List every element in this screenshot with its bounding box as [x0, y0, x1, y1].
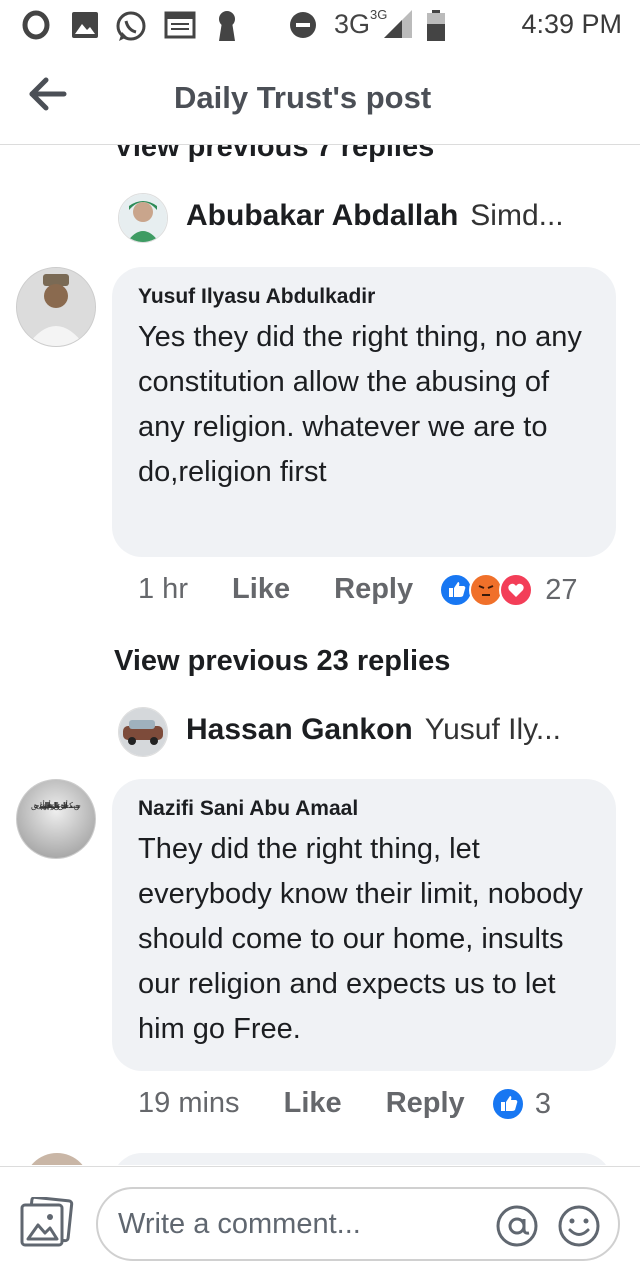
mention-icon[interactable]: [494, 1203, 540, 1249]
reaction-count[interactable]: 27: [545, 574, 577, 607]
avatar[interactable]: [16, 267, 96, 347]
view-previous-replies-link[interactable]: View previous 7 replies: [114, 145, 434, 164]
view-previous-replies-link[interactable]: View previous 23 replies: [114, 645, 450, 678]
comment-actions: 19 mins Like Reply 3: [138, 1087, 551, 1127]
reply-author-line: Hassan Gankon Yusuf Ily...: [186, 713, 561, 747]
reaction-summary[interactable]: [490, 1087, 527, 1122]
comment-bubble: Yusuf Ilyasu Abdulkadir Yes they did the…: [112, 267, 616, 557]
comment-input[interactable]: [116, 1203, 480, 1245]
profile-photo-icon: [17, 268, 95, 346]
comment-timestamp: 19 mins: [138, 1087, 240, 1119]
reply-button[interactable]: Reply: [334, 573, 413, 606]
photo-icon[interactable]: [20, 1197, 74, 1249]
comment-actions: 1 hr Like Reply 27: [138, 573, 578, 613]
profile-photo-icon: [119, 194, 167, 242]
keyhole-icon: [219, 11, 235, 41]
avatar[interactable]: [24, 1153, 90, 1165]
battery-icon: [427, 10, 445, 41]
like-reaction-icon: [490, 1087, 525, 1122]
like-button[interactable]: Like: [284, 1087, 342, 1120]
comment-composer: [0, 1166, 640, 1281]
collapsed-reply[interactable]: Hassan Gankon Yusuf Ily...: [118, 707, 638, 761]
reply-snippet: Yusuf Ily...: [424, 713, 561, 746]
comment-author[interactable]: Nazifi Sani Abu Amaal: [138, 797, 592, 821]
avatar[interactable]: [118, 707, 168, 757]
news-icon: [164, 11, 196, 39]
status-bar: 3G3G 4:39 PM: [0, 0, 640, 50]
comment-text: Yes they did the right thing, no any con…: [138, 321, 582, 488]
comment-bubble: [112, 1153, 612, 1165]
reaction-summary[interactable]: [439, 573, 537, 608]
love-reaction-icon: [499, 573, 534, 608]
reply-author-line: Abubakar Abdallah Simd...: [186, 199, 564, 233]
reply-snippet: Simd...: [470, 199, 564, 232]
reply-author[interactable]: Abubakar Abdallah: [186, 199, 458, 232]
like-button[interactable]: Like: [232, 573, 290, 606]
collapsed-reply[interactable]: Abubakar Abdallah Simd...: [118, 193, 638, 247]
signal-icon: [384, 10, 412, 38]
opera-icon: [22, 10, 50, 40]
like-reaction-icon: [439, 573, 474, 608]
comment-input-field[interactable]: [96, 1187, 620, 1261]
avatar-calligraphy-text: حين سكت أهل الحق عن الباطل توهم أهل البا…: [31, 800, 81, 810]
car-photo-icon: [119, 708, 167, 756]
app-bar: Daily Trust's post: [0, 50, 640, 145]
back-arrow-icon[interactable]: [26, 74, 70, 114]
profile-calligraphy-image: حين سكت أهل الحق عن الباطل توهم أهل البا…: [17, 780, 95, 858]
reaction-count[interactable]: 3: [535, 1088, 551, 1121]
comment-author[interactable]: Yusuf Ilyasu Abdulkadir: [138, 285, 592, 309]
reply-author[interactable]: Hassan Gankon: [186, 713, 413, 746]
angry-reaction-icon: [469, 573, 504, 608]
emoji-icon[interactable]: [556, 1203, 602, 1249]
avatar[interactable]: [118, 193, 168, 243]
comment-bubble: Nazifi Sani Abu Amaal They did the right…: [112, 779, 616, 1071]
comment-timestamp: 1 hr: [138, 573, 188, 605]
comment-thread: View previous 7 replies Abubakar Abdalla…: [0, 145, 640, 1165]
gallery-icon: [72, 12, 98, 38]
network-type: 3G: [334, 9, 371, 39]
do-not-disturb-icon: [290, 12, 316, 38]
reply-button[interactable]: Reply: [386, 1087, 465, 1120]
comment-text: They did the right thing, let everybody …: [138, 833, 583, 1045]
avatar[interactable]: حين سكت أهل الحق عن الباطل توهم أهل البا…: [16, 779, 96, 859]
clock: 4:39 PM: [521, 9, 622, 39]
network-indicator: 3G3G: [334, 7, 387, 40]
page-title: Daily Trust's post: [174, 80, 432, 115]
whatsapp-icon: [116, 11, 146, 41]
